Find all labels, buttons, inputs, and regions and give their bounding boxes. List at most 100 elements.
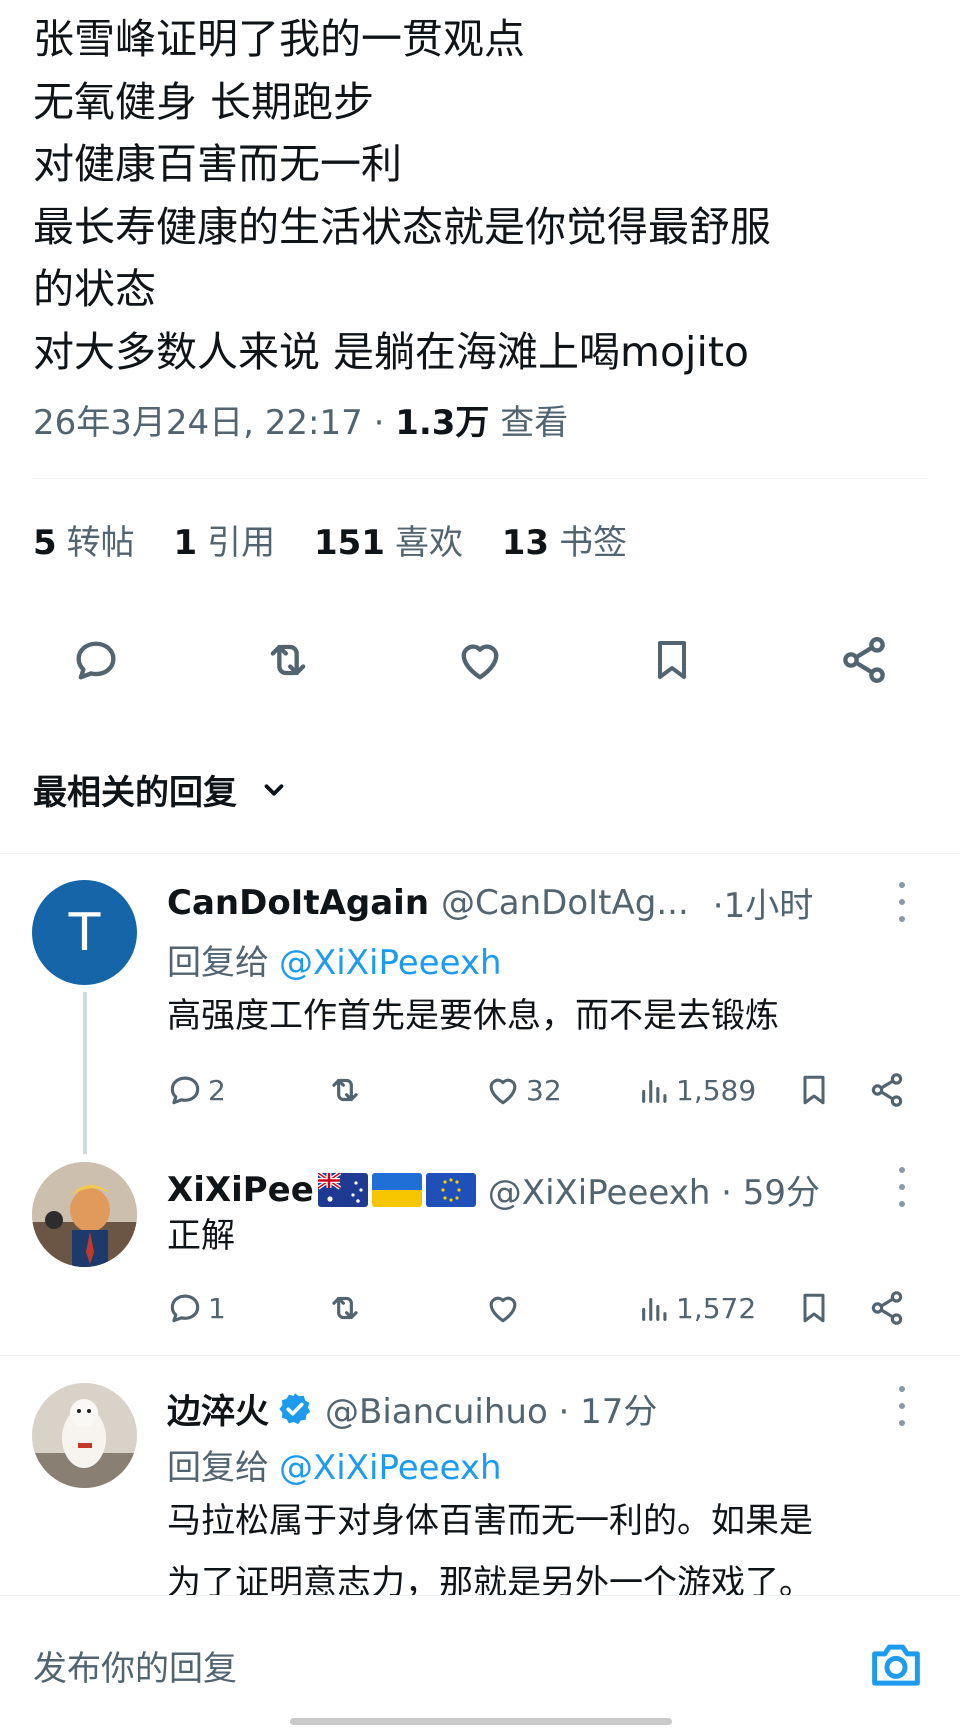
reply-composer[interactable]: 发布你的回复 xyxy=(0,1595,960,1729)
tweet-timestamp[interactable]: 26年3月24日, 22:17 · xyxy=(33,403,384,443)
tweet-meta: 26年3月24日, 22:17 · 1.3万 查看 xyxy=(33,395,568,444)
share-button[interactable] xyxy=(834,625,894,695)
more-options-button[interactable] xyxy=(892,882,912,922)
reply-to-label: 回复给 xyxy=(167,943,269,983)
stat-quotes[interactable]: 1 引用 xyxy=(173,523,275,563)
analytics-icon xyxy=(642,1297,667,1321)
like-count: 32 xyxy=(526,1073,562,1107)
repost-icon xyxy=(332,1296,358,1320)
views-button[interactable]: 1,572 xyxy=(638,1286,756,1330)
tweet-line: 张雪峰证明了我的一贯观点 xyxy=(33,15,525,63)
reply-to: 回复给 @XiXiPeeexh xyxy=(167,1440,502,1489)
reply-button[interactable]: 1 xyxy=(166,1286,226,1330)
reply-to-label: 回复给 xyxy=(167,1448,269,1488)
eu-flag xyxy=(425,1172,476,1207)
repost-icon xyxy=(270,644,306,676)
reply-body-line: 马拉松属于对身体百害而无一利的。如果是 xyxy=(167,1501,813,1541)
bookmark-icon xyxy=(658,641,686,679)
reply-button[interactable] xyxy=(66,625,126,695)
bookmark-button[interactable] xyxy=(796,1286,832,1330)
bookmark-button[interactable] xyxy=(642,625,702,695)
more-options-button[interactable] xyxy=(892,1386,912,1426)
stat-bookmarks[interactable]: 13 书签 xyxy=(502,523,627,563)
reply-count: 1 xyxy=(208,1291,226,1325)
like-button[interactable] xyxy=(450,625,510,695)
divider xyxy=(0,853,960,854)
reply-actions: 2 32 1,589 xyxy=(0,1068,960,1112)
view-count: 1,589 xyxy=(676,1073,757,1107)
reply-header: XiXiPee @XiXiPeeexh · 59分 xyxy=(167,1165,820,1214)
like-button[interactable] xyxy=(484,1286,522,1330)
reply-icon xyxy=(170,1294,200,1323)
ukraine-flag xyxy=(371,1172,422,1207)
views-label: 查看 xyxy=(500,403,569,443)
stat-likes[interactable]: 151 喜欢 xyxy=(314,523,463,563)
reply-to-mention[interactable]: @XiXiPeeexh xyxy=(279,943,502,983)
camera-button[interactable] xyxy=(868,1636,924,1692)
author-handle[interactable]: @CanDoItAg... xyxy=(441,883,689,923)
share-button[interactable] xyxy=(868,1286,906,1330)
like-icon xyxy=(489,1078,517,1105)
more-options-button[interactable] xyxy=(892,1167,912,1207)
home-indicator xyxy=(290,1718,672,1725)
repost-button[interactable] xyxy=(324,1286,366,1330)
tweet-line: 无氧健身 长期跑步 xyxy=(33,77,375,126)
verified-badge-icon xyxy=(279,1392,311,1424)
replies-sort-selector[interactable]: 最相关的回复 xyxy=(33,765,289,814)
avatar-image xyxy=(32,1162,137,1267)
like-icon xyxy=(489,1296,517,1323)
repost-button[interactable] xyxy=(258,625,318,695)
reply-to-mention[interactable]: @XiXiPeeexh xyxy=(279,1448,502,1488)
reply-icon xyxy=(76,641,116,680)
reply-time: ·1小时 xyxy=(712,886,814,926)
reply-input[interactable]: 发布你的回复 xyxy=(33,1641,237,1690)
tweet-line: 最长寿健康的生活状态就是你觉得最舒服 xyxy=(33,202,771,251)
tweet-line: 对大多数人来说 是躺在海滩上喝mojito xyxy=(33,327,749,376)
camera-icon xyxy=(872,1644,920,1686)
tweet-line: 的状态 xyxy=(33,265,156,313)
engagement-stats: 5 转帖 1 引用 151 喜欢 13 书签 xyxy=(33,515,655,564)
like-button[interactable]: 32 xyxy=(484,1068,562,1112)
author-handle[interactable]: @Biancuihuo · 17分 xyxy=(325,1384,657,1433)
reply-to: 回复给 @XiXiPeeexh xyxy=(167,935,502,984)
sort-label: 最相关的回复 xyxy=(33,773,237,813)
stat-reposts[interactable]: 5 转帖 xyxy=(33,523,135,563)
avatar[interactable]: T xyxy=(32,880,137,985)
reply-body: 正解 xyxy=(167,1205,235,1267)
share-button[interactable] xyxy=(868,1068,906,1112)
bookmark-button[interactable] xyxy=(796,1068,832,1112)
views-button[interactable]: 1,589 xyxy=(638,1068,756,1112)
reply-actions: 1 1,572 xyxy=(0,1286,960,1330)
analytics-icon xyxy=(642,1079,667,1103)
repost-icon xyxy=(332,1078,358,1102)
view-count: 1,572 xyxy=(676,1291,757,1325)
bookmark-icon xyxy=(803,1075,825,1105)
avatar-letter: T xyxy=(68,902,101,963)
repost-button[interactable] xyxy=(324,1068,366,1112)
avatar[interactable] xyxy=(32,1383,137,1488)
reply-body-line: 正解 xyxy=(167,1216,235,1256)
author-name[interactable]: CanDoItAgain xyxy=(167,883,429,923)
avatar[interactable] xyxy=(32,1162,137,1267)
reply-header: 边淬火 @Biancuihuo · 17分 xyxy=(167,1384,657,1433)
like-icon xyxy=(461,644,499,680)
tweet-action-bar xyxy=(0,625,960,695)
author-name[interactable]: XiXiPee xyxy=(167,1170,314,1210)
share-icon xyxy=(871,1073,903,1107)
share-icon xyxy=(843,637,885,683)
avatar-image xyxy=(32,1383,137,1488)
reply-body: 高强度工作首先是要休息，而不是去锻炼 xyxy=(167,985,779,1047)
bookmark-icon xyxy=(803,1293,825,1323)
share-icon xyxy=(871,1291,903,1325)
reply-button[interactable]: 2 xyxy=(166,1068,226,1112)
reply-icon xyxy=(170,1076,200,1105)
australia-flag xyxy=(317,1172,368,1207)
tweet-line: 对健康百害而无一利 xyxy=(33,140,402,188)
divider xyxy=(33,478,928,479)
chevron-down-icon xyxy=(264,783,284,796)
author-handle[interactable]: @XiXiPeeexh · 59分 xyxy=(488,1165,820,1214)
views-count: 1.3万 xyxy=(395,403,490,443)
divider xyxy=(0,1355,960,1356)
author-name[interactable]: 边淬火 xyxy=(167,1384,269,1433)
reply-count: 2 xyxy=(208,1073,226,1107)
